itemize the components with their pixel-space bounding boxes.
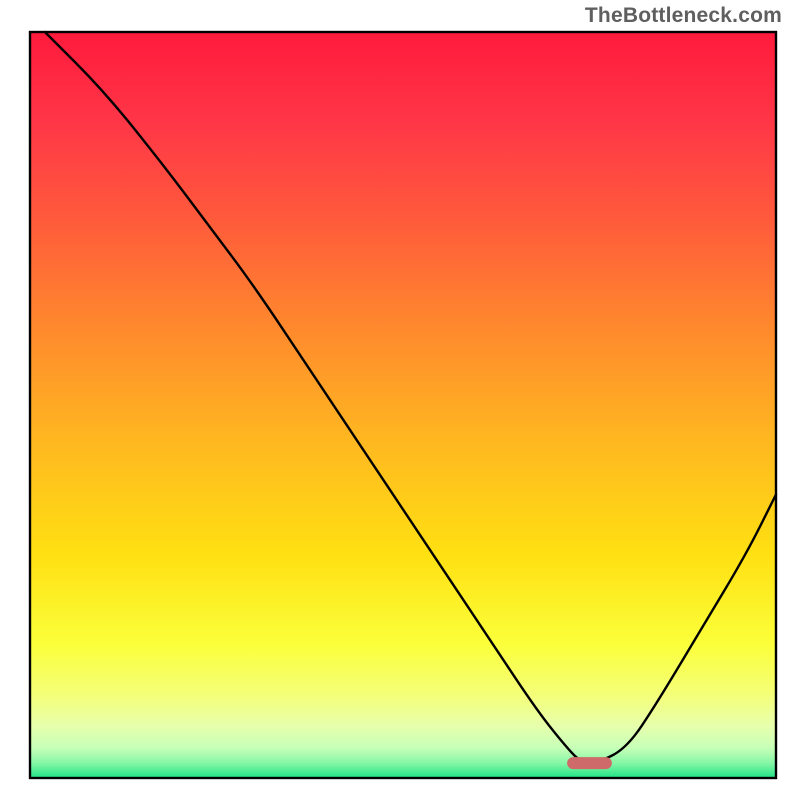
optimum-marker [567, 757, 612, 769]
bottleneck-chart [0, 0, 800, 800]
chart-container: TheBottleneck.com [0, 0, 800, 800]
plot-background [30, 32, 776, 778]
